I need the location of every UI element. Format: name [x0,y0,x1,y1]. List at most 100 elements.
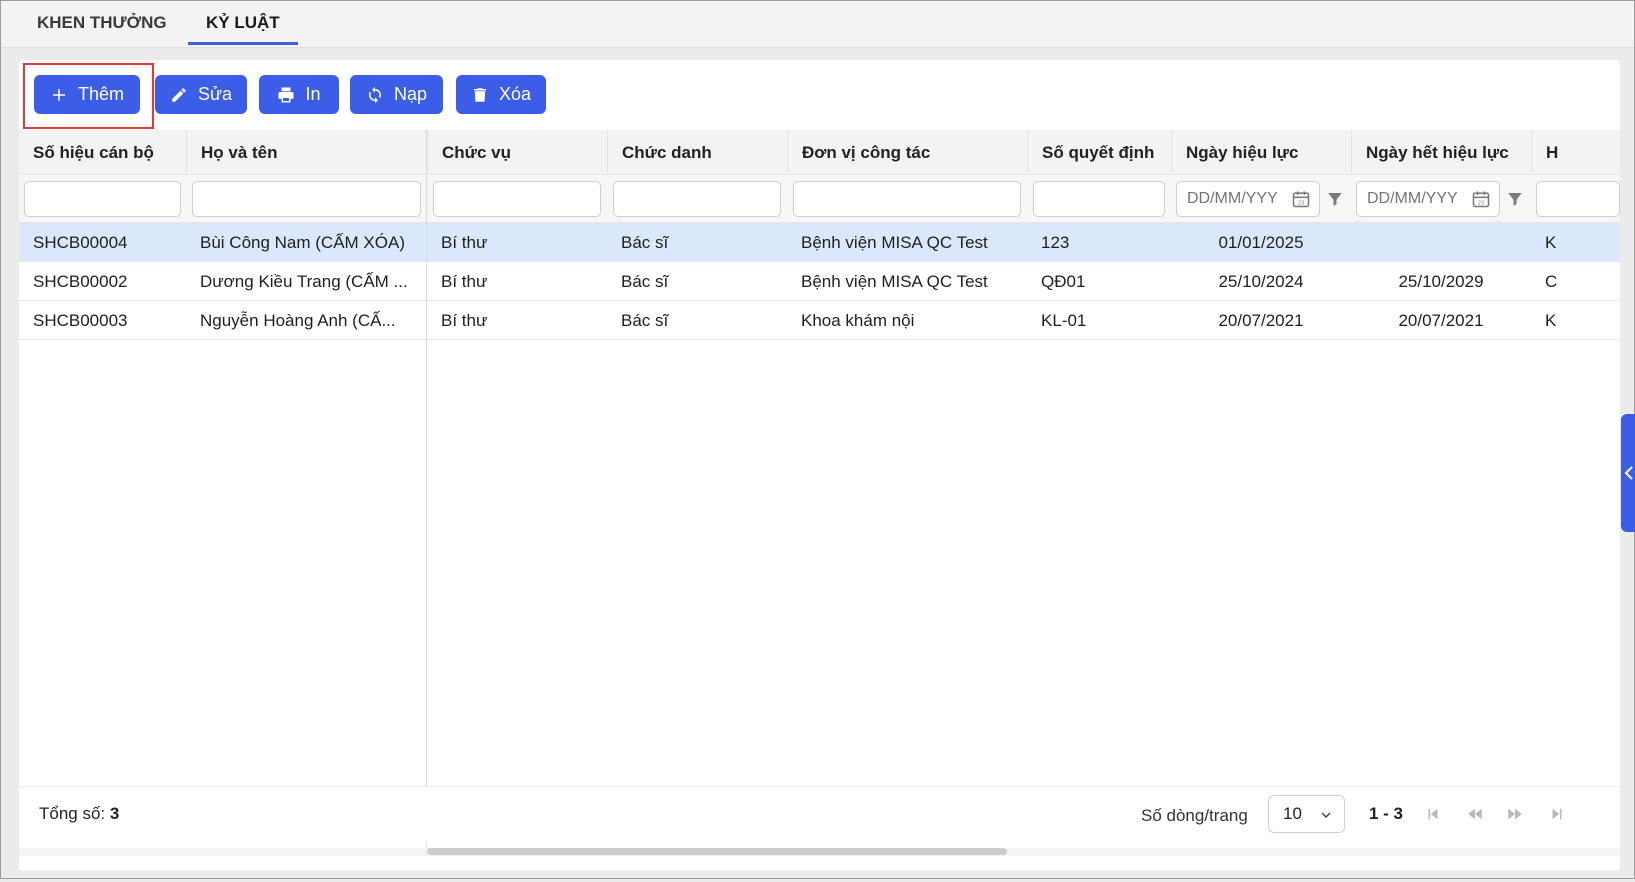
filter-extra-cell [1536,181,1620,217]
previous-page-icon[interactable] [1466,805,1484,823]
svg-text:23: 23 [1298,200,1304,206]
cell-extra: K [1545,233,1557,252]
cell-title: Bác sĩ [621,233,669,252]
add-button[interactable]: Thêm [34,75,140,114]
filter-title-cell [613,181,781,217]
printer-icon [278,87,294,102]
pagination-footer: Tổng số: 3 Số dòng/trang 10 1 - 3 [19,786,1620,842]
add-button-label: Thêm [77,84,124,104]
filter-decision-input[interactable] [1033,181,1165,217]
column-header-decision[interactable]: Số quyết định [1027,130,1171,175]
toolbar: Thêm Sửa In Nạp Xóa [19,60,1620,130]
cell-unit: Bệnh viện MISA QC Test [801,272,988,291]
filter-expiry-date-input[interactable] [1357,184,1469,214]
cell-name: Nguyễn Hoàng Anh (CẤ... [200,311,396,330]
data-grid: Số hiệu cán bộ Họ và tên Chức vụ Chức da… [19,130,1620,882]
frozen-column-divider [426,130,427,856]
column-header-name[interactable]: Họ và tên [186,130,426,175]
tab-khen-thuong[interactable]: KHEN THƯỞNG [37,1,167,45]
column-header-position[interactable]: Chức vụ [427,130,607,175]
svg-text:23: 23 [1478,200,1484,206]
cell-effective-date: 01/01/2025 [1218,233,1304,252]
calendar-icon[interactable]: 23 [1471,189,1491,209]
horizontal-scrollbar[interactable] [427,848,1007,855]
column-header-title[interactable]: Chức danh [607,130,787,175]
table-row[interactable]: SHCB00004 Bùi Công Nam (CẤM XÓA) Bí thư … [19,223,1620,262]
cell-title: Bác sĩ [621,311,669,330]
cell-decision: QĐ01 [1041,272,1086,291]
total-label: Tổng số: [39,804,106,823]
delete-button[interactable]: Xóa [456,75,546,114]
column-header-effective-date[interactable]: Ngày hiệu lực [1171,130,1351,175]
total-count: Tổng số: 3 [39,804,119,824]
calendar-icon[interactable]: 23 [1291,189,1311,209]
cell-position: Bí thư [441,272,488,291]
table-row[interactable]: SHCB00002 Dương Kiều Trang (CẤM ... Bí t… [19,262,1620,301]
cell-extra: C [1545,272,1558,291]
content-panel: Thêm Sửa In Nạp Xóa Số hiệu cán bộ Họ và… [19,60,1620,871]
first-page-icon[interactable] [1424,805,1442,823]
rows-per-page-select[interactable]: 10 [1268,795,1345,833]
print-button-label: In [305,84,321,104]
filter-decision-cell [1033,181,1165,217]
tab-ky-luat[interactable]: KỶ LUẬT [188,1,298,45]
next-page-icon[interactable] [1506,805,1524,823]
active-tab-indicator [188,42,298,45]
cell-decision: 123 [1041,233,1070,252]
filter-name-cell [192,181,421,217]
rows-per-page-label: Số dòng/trang [1141,806,1248,825]
cell-name: Bùi Công Nam (CẤM XÓA) [200,233,405,252]
trash-icon [473,87,486,102]
filter-unit-input[interactable] [793,181,1021,217]
filter-expiry-date: 23 [1356,181,1500,217]
pencil-icon [172,87,186,102]
column-header-expiry-date[interactable]: Ngày hết hiệu lực [1351,130,1531,175]
cell-expiry-date: 25/10/2029 [1398,272,1484,291]
cell-position: Bí thư [441,311,488,330]
delete-button-label: Xóa [498,84,532,104]
edit-button-label: Sửa [197,84,233,104]
last-page-icon[interactable] [1548,805,1566,823]
filter-extra-input[interactable] [1536,181,1620,217]
cell-decision: KL-01 [1041,311,1087,330]
cell-code: SHCB00004 [33,233,128,252]
chevron-down-icon [1321,812,1331,819]
filter-code-input[interactable] [24,181,181,217]
cell-unit: Bệnh viện MISA QC Test [801,233,988,252]
cell-expiry-date: 20/07/2021 [1398,311,1484,330]
side-panel-toggle[interactable] [1621,414,1635,532]
page-range: 1 - 3 [1369,804,1404,823]
total-value: 3 [109,804,120,823]
filter-funnel-icon[interactable] [1326,190,1344,208]
column-header-unit[interactable]: Đơn vị công tác [787,130,1027,175]
cell-unit: Khoa khám nội [801,311,915,330]
filter-name-input[interactable] [192,181,421,217]
cell-code: SHCB00003 [33,311,128,330]
cell-effective-date: 25/10/2024 [1218,272,1304,291]
filter-effective-date: 23 [1176,181,1320,217]
cell-title: Bác sĩ [621,272,669,291]
cell-name: Dương Kiều Trang (CẤM ... [200,272,408,291]
column-header-code[interactable]: Số hiệu cán bộ [19,130,186,175]
cell-extra: K [1545,311,1557,330]
reload-button[interactable]: Nạp [350,75,443,114]
filter-position-input[interactable] [433,181,601,217]
table-header: Số hiệu cán bộ Họ và tên Chức vụ Chức da… [19,130,1620,175]
window-frame: KHEN THƯỞNG KỶ LUẬT Thêm Sửa In Nạp Xóa … [0,0,1635,879]
rows-per-page-value: 10 [1283,804,1302,823]
column-header-extra[interactable]: H [1531,130,1620,175]
table-row[interactable]: SHCB00003 Nguyễn Hoàng Anh (CẤ... Bí thư… [19,301,1620,340]
plus-icon [52,88,65,101]
filter-title-input[interactable] [613,181,781,217]
tab-bar: KHEN THƯỞNG KỶ LUẬT [1,1,1634,48]
filter-funnel-icon[interactable] [1506,190,1524,208]
print-button[interactable]: In [259,75,339,114]
filter-effective-date-input[interactable] [1177,184,1289,214]
cell-code: SHCB00002 [33,272,128,291]
cell-position: Bí thư [441,233,488,252]
reload-button-label: Nạp [393,84,428,104]
cell-expiry-date [1351,223,1531,262]
edit-button[interactable]: Sửa [155,75,247,114]
tab-ky-luat-label: KỶ LUẬT [206,13,280,32]
filter-code-cell [24,181,181,217]
